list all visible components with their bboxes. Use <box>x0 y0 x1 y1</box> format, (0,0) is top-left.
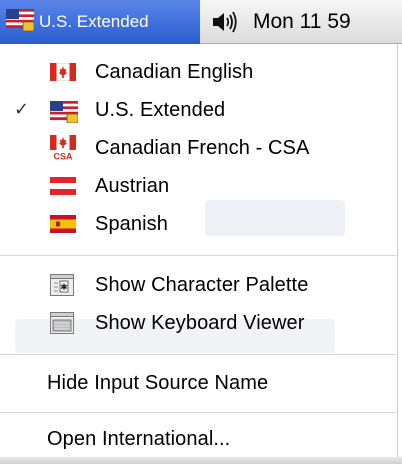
menu-item-show-character-palette[interactable]: ✱ Show Character Palette <box>0 266 396 304</box>
menu-separator <box>0 255 396 256</box>
menu-item-canadian-english[interactable]: Canadian English <box>0 53 396 91</box>
menu-item-open-international[interactable]: Open International... <box>0 420 396 458</box>
checkmark-icon: ✓ <box>14 99 30 119</box>
menu-item-label: Show Keyboard Viewer <box>95 312 305 334</box>
speaker-volume-icon[interactable] <box>210 9 238 35</box>
input-source-label: U.S. Extended <box>39 12 149 31</box>
menu-separator <box>0 354 396 355</box>
us-flag-icon <box>6 8 35 36</box>
character-palette-icon: ✱ <box>50 274 74 301</box>
menu-item-label: U.S. Extended <box>95 99 226 121</box>
us-flag-icon <box>49 100 79 128</box>
menu-item-label: Open International... <box>47 428 231 450</box>
menu-item-austrian[interactable]: Austrian <box>0 167 396 205</box>
menu-item-label: Canadian English <box>95 61 254 83</box>
menu-separator <box>0 412 396 413</box>
spain-flag-icon <box>50 215 76 238</box>
menu-bottom-edge <box>0 457 402 464</box>
input-source-dropdown-menu: Canadian English ✓ U.S. Extended CSA Can… <box>0 44 398 464</box>
menu-item-hide-input-source-name[interactable]: Hide Input Source Name <box>0 364 396 402</box>
menu-item-label: Spanish <box>95 213 168 235</box>
menu-bar: U.S. Extended Mon 11 59 <box>0 0 402 44</box>
menu-item-us-extended[interactable]: ✓ U.S. Extended <box>0 91 396 129</box>
menubar-clock[interactable]: Mon 11 59 <box>253 10 351 34</box>
canada-flag-icon <box>49 62 77 86</box>
menu-item-canadian-french-csa[interactable]: CSA Canadian French - CSA <box>0 129 396 167</box>
menu-item-label: Austrian <box>95 175 170 197</box>
canada-csa-flag-icon: CSA <box>50 135 76 166</box>
menu-item-show-keyboard-viewer[interactable]: Show Keyboard Viewer <box>0 304 396 342</box>
input-source-menu-extra[interactable]: U.S. Extended <box>0 0 200 44</box>
menu-item-label: Canadian French - CSA <box>95 137 310 159</box>
csa-badge-text: CSA <box>53 152 73 162</box>
menu-item-label: Hide Input Source Name <box>47 372 269 394</box>
menu-item-spanish[interactable]: Spanish <box>0 205 396 243</box>
menu-item-label: Show Character Palette <box>95 274 309 296</box>
svg-text:✱: ✱ <box>60 283 68 293</box>
austria-flag-icon <box>50 177 76 200</box>
keyboard-viewer-icon <box>50 312 74 339</box>
